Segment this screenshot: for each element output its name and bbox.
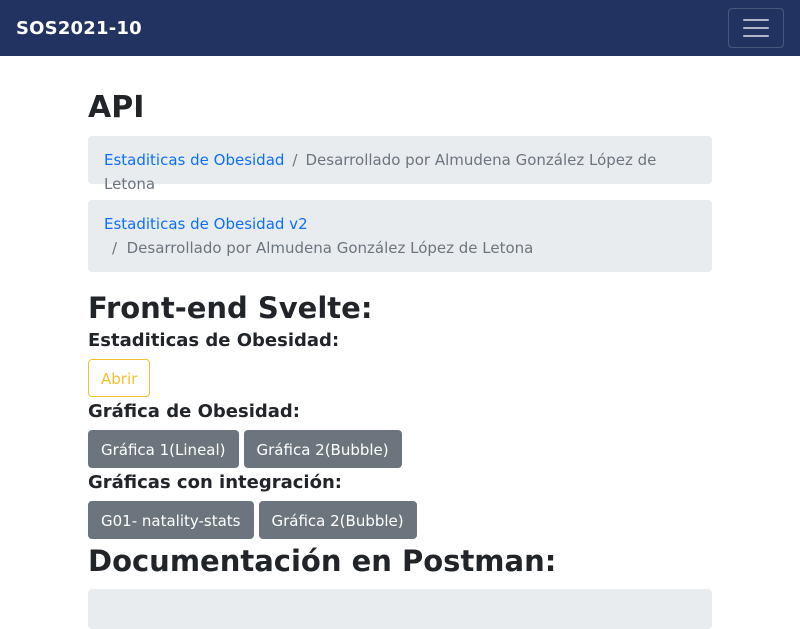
breadcrumb-v2: Estaditicas de Obesidad v2 / Desarrollad… [88,200,712,272]
navbar-toggler-button[interactable] [728,8,784,48]
page-title: API [88,90,145,125]
breadcrumb-separator: / [292,151,298,169]
breadcrumb-separator: / [112,239,118,257]
graphs-label: Gráfica de Obesidad: [88,401,300,422]
postman-docs-box [88,589,712,629]
natality-stats-button[interactable]: G01- natality-stats [88,501,254,539]
main-content: API Estaditicas de Obesidad / Desarrollado… [88,56,712,629]
stats-button-row: Abrir [88,359,712,397]
postman-docs-heading: Documentación en Postman: [88,544,557,578]
hamburger-menu-icon-bar [743,35,769,37]
breadcrumb: Estaditicas de Obesidad / Desarrollado por… [88,136,712,193]
frontend-heading: Front-end Svelte: [88,291,373,325]
breadcrumb-author-text: Desarrollado por Almudena González López… [126,239,534,257]
breadcrumb-link-obesity-stats[interactable]: Estaditicas de Obesidad [104,151,284,169]
breadcrumb-link-obesity-stats-v2[interactable]: Estaditicas de Obesidad v2 [104,215,308,233]
integration-label: Gráficas con integración: [88,472,342,493]
integration-bubble-button[interactable]: Gráfica 2(Bubble) [258,501,417,539]
hamburger-menu-icon-bar [743,27,769,29]
navbar-brand[interactable]: SOS2021-10 [16,18,142,39]
graph-2-bubble-button[interactable]: Gráfica 2(Bubble) [243,430,402,468]
graph-1-lineal-button[interactable]: Gráfica 1(Lineal) [88,430,239,468]
top-navbar: SOS2021-10 [0,0,800,56]
graph-button-row: Gráfica 1(Lineal) Gráfica 2(Bubble) [88,430,712,468]
breadcrumb-v2-line2: / Desarrollado por Almudena González Lóp… [104,236,696,260]
open-button[interactable]: Abrir [88,359,151,397]
integration-button-row: G01- natality-stats Gráfica 2(Bubble) [88,501,712,539]
stats-label: Estaditicas de Obesidad: [88,330,340,351]
hamburger-menu-icon [743,19,769,21]
